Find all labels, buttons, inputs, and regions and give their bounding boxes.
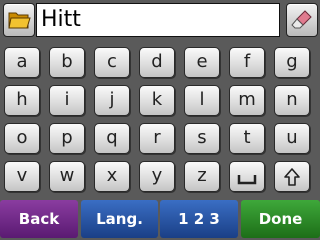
language-button[interactable]: Lang. [81, 200, 158, 238]
key-t[interactable]: t [229, 123, 265, 154]
space-icon [237, 175, 257, 185]
search-input[interactable]: Hitt [36, 3, 280, 37]
key-v[interactable]: v [4, 161, 40, 192]
key-i[interactable]: i [49, 85, 85, 116]
clear-button[interactable] [286, 3, 318, 37]
top-bar: Hitt [0, 0, 320, 42]
key-m[interactable]: m [229, 85, 265, 116]
key-a[interactable]: a [4, 47, 40, 78]
shift-key[interactable] [274, 161, 310, 192]
eraser-icon [291, 10, 312, 29]
key-q[interactable]: q [94, 123, 130, 154]
folder-button[interactable] [3, 3, 35, 37]
key-j[interactable]: j [94, 85, 130, 116]
key-x[interactable]: x [94, 161, 130, 192]
key-p[interactable]: p [49, 123, 85, 154]
key-u[interactable]: u [274, 123, 310, 154]
key-k[interactable]: k [139, 85, 175, 116]
key-n[interactable]: n [274, 85, 310, 116]
key-h[interactable]: h [4, 85, 40, 116]
key-o[interactable]: o [4, 123, 40, 154]
bottom-bar: Back Lang. 1 2 3 Done [0, 198, 320, 240]
key-r[interactable]: r [139, 123, 175, 154]
shift-arrow-icon [284, 168, 300, 186]
key-l[interactable]: l [184, 85, 220, 116]
key-g[interactable]: g [274, 47, 310, 78]
key-f[interactable]: f [229, 47, 265, 78]
space-key[interactable] [229, 161, 265, 192]
key-b[interactable]: b [49, 47, 85, 78]
back-button[interactable]: Back [0, 200, 78, 238]
keyboard: a b c d e f g h i j k l m n o p q r s t … [0, 42, 320, 198]
key-z[interactable]: z [184, 161, 220, 192]
key-c[interactable]: c [94, 47, 130, 78]
key-d[interactable]: d [139, 47, 175, 78]
key-e[interactable]: e [184, 47, 220, 78]
key-y[interactable]: y [139, 161, 175, 192]
folder-icon [8, 12, 31, 29]
done-button[interactable]: Done [241, 200, 320, 238]
key-w[interactable]: w [49, 161, 85, 192]
key-s[interactable]: s [184, 123, 220, 154]
numbers-button[interactable]: 1 2 3 [160, 200, 238, 238]
